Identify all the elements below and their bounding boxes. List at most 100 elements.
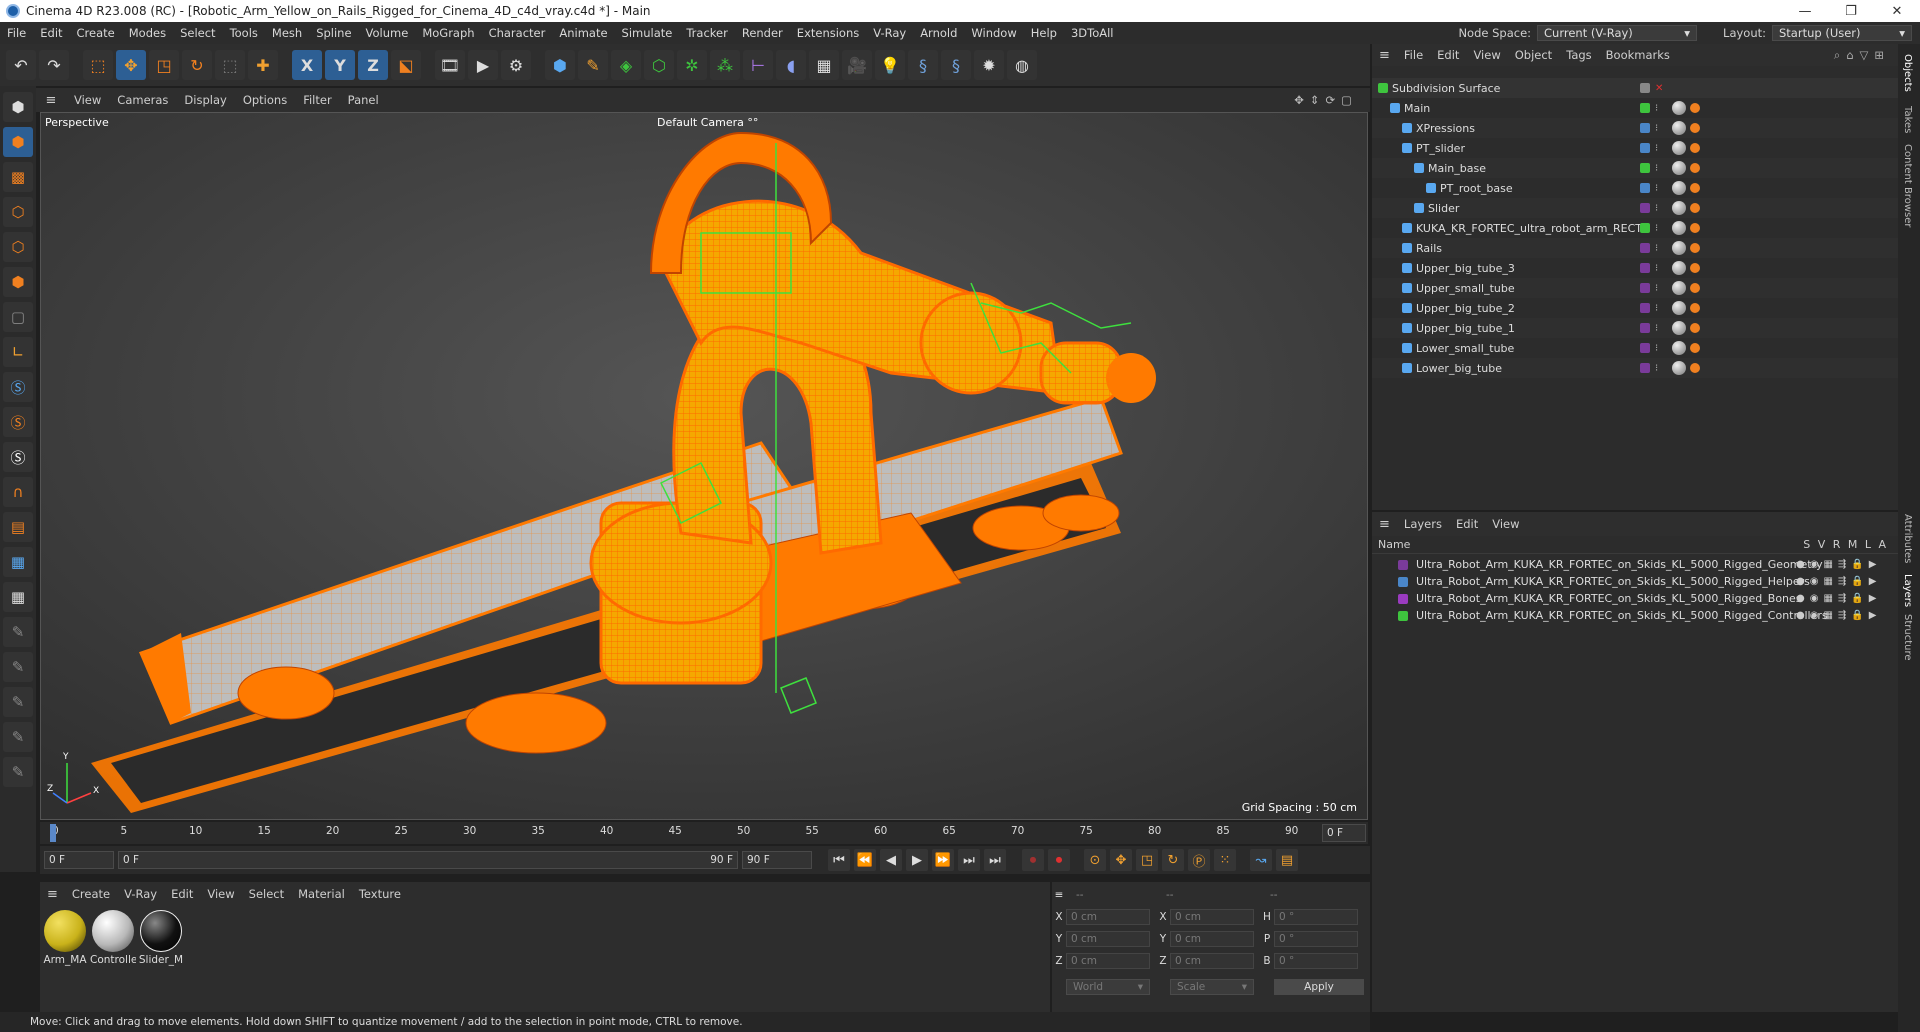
light-button[interactable]: 💡 — [875, 50, 905, 80]
motion-path-button[interactable]: ↝ — [1250, 849, 1272, 871]
xpresso-tag-icon[interactable] — [1690, 143, 1700, 153]
tab-layers[interactable]: Layers — [1902, 574, 1913, 607]
tab-structure[interactable]: Structure — [1902, 614, 1913, 661]
layer-row[interactable]: Ultra_Robot_Arm_KUKA_KR_FORTEC_on_Skids_… — [1372, 556, 1898, 573]
cube-button[interactable]: ⬢ — [545, 50, 575, 80]
object-row[interactable]: Upper_big_tube_2 ⁝ — [1372, 298, 1898, 318]
object-row[interactable]: Main ⁝ — [1372, 98, 1898, 118]
material-tag-icon[interactable] — [1672, 201, 1686, 215]
next-frame-button[interactable]: ⏩ — [932, 849, 954, 871]
paint-button[interactable]: ✎ — [3, 652, 33, 682]
python-button[interactable]: § — [908, 50, 938, 80]
material-swatch-controller[interactable]: Controlle — [90, 910, 136, 966]
visibility-dots-icon[interactable]: ⁝ — [1655, 123, 1658, 134]
visibility-dots-icon[interactable]: ⁝ — [1655, 203, 1658, 214]
object-row[interactable]: Upper_big_tube_1 ⁝ — [1372, 318, 1898, 338]
visibility-dots-icon[interactable]: ⁝ — [1655, 303, 1658, 314]
xpresso-tag-icon[interactable] — [1690, 123, 1700, 133]
material-tag-icon[interactable] — [1672, 161, 1686, 175]
menu-tools[interactable]: Tools — [223, 26, 265, 40]
menu-help[interactable]: Help — [1024, 26, 1064, 40]
layer-swatch[interactable] — [1640, 363, 1650, 373]
tab-objects[interactable]: Objects — [1902, 54, 1913, 92]
xpresso-tag-icon[interactable] — [1690, 363, 1700, 373]
grid-button[interactable]: ▤ — [3, 512, 33, 542]
polygon-mode-button[interactable]: ⬢ — [3, 267, 33, 297]
menu-simulate[interactable]: Simulate — [615, 26, 680, 40]
size-x-field[interactable]: 0 cm — [1170, 909, 1254, 925]
play-button[interactable]: ▶ — [906, 849, 928, 871]
layer-swatch[interactable] — [1640, 123, 1650, 133]
visibility-dots-icon[interactable]: ⁝ — [1655, 323, 1658, 334]
layer-swatch[interactable] — [1640, 83, 1650, 93]
key-param-button[interactable]: Ⓟ — [1188, 849, 1210, 871]
visibility-dots-icon[interactable]: ⁝ — [1655, 263, 1658, 274]
hair-button[interactable]: ✎ — [3, 757, 33, 787]
sculpt-button[interactable]: ✎ — [3, 617, 33, 647]
tab-content-browser[interactable]: Content Browser — [1902, 144, 1913, 227]
key-pla-button[interactable]: ⁙ — [1214, 849, 1236, 871]
coord-mode-dropdown[interactable]: World ▾ — [1066, 979, 1150, 995]
end-frame-field[interactable]: 90 F — [742, 851, 812, 869]
viewport-menu-cameras[interactable]: Cameras — [109, 93, 176, 107]
material-tag-icon[interactable] — [1672, 101, 1686, 115]
snap-button[interactable]: Ⓢ — [3, 372, 33, 402]
close-button[interactable]: ✕ — [1874, 4, 1920, 19]
axis-mode-button[interactable]: ∟ — [3, 337, 33, 367]
layer-swatch[interactable] — [1640, 343, 1650, 353]
menu-file[interactable]: File — [0, 26, 33, 40]
subdivision-button[interactable]: ◈ — [611, 50, 641, 80]
material-menu-material[interactable]: Material — [291, 887, 352, 901]
key-scale-button[interactable]: ◳ — [1136, 849, 1158, 871]
material-tag-icon[interactable] — [1672, 221, 1686, 235]
goto-end-button[interactable]: ⏭ — [984, 849, 1006, 871]
layout-dropdown[interactable]: Startup (User) ▾ — [1772, 25, 1912, 41]
position-x-field[interactable]: 0 cm — [1066, 909, 1150, 925]
texture-mode-button[interactable]: ▩ — [3, 162, 33, 192]
layer-swatch[interactable] — [1640, 323, 1650, 333]
visibility-dots-icon[interactable]: ⁝ — [1655, 183, 1658, 194]
scale-tool-button[interactable]: ◳ — [149, 50, 179, 80]
prev-frame-button[interactable]: ◀ — [880, 849, 902, 871]
sphere-grid-button[interactable]: ◍ — [1007, 50, 1037, 80]
xpresso-tag-icon[interactable] — [1690, 323, 1700, 333]
autokey-button[interactable]: ⏺ — [1048, 849, 1070, 871]
position-y-field[interactable]: 0 cm — [1066, 931, 1150, 947]
menu-mograph[interactable]: MoGraph — [415, 26, 481, 40]
material-tag-icon[interactable] — [1672, 141, 1686, 155]
menu-edit[interactable]: Edit — [33, 26, 69, 40]
visibility-dots-icon[interactable]: ⁝ — [1655, 283, 1658, 294]
object-row[interactable]: XPressions ⁝ — [1372, 118, 1898, 138]
position-z-field[interactable]: 0 cm — [1066, 953, 1150, 969]
hamburger-icon[interactable]: ≡ — [1052, 889, 1066, 901]
render-region-button[interactable]: 🎞 — [435, 50, 465, 80]
menu-select[interactable]: Select — [173, 26, 222, 40]
xpresso-tag-icon[interactable] — [1690, 243, 1700, 253]
layer-flag-icons[interactable]: ●◉▦⇶🔒▶ — [1796, 559, 1881, 570]
object-mode-button[interactable]: ⬢ — [3, 127, 33, 157]
material-swatch-slider[interactable]: Slider_M — [138, 910, 184, 966]
viewport-menu-options[interactable]: Options — [235, 93, 295, 107]
workplane-button[interactable]: Ⓢ — [3, 442, 33, 472]
key-rotation-button[interactable]: ↻ — [1162, 849, 1184, 871]
viewport-menu-display[interactable]: Display — [176, 93, 234, 107]
object-row[interactable]: PT_slider ⁝ — [1372, 138, 1898, 158]
frame-range-slider[interactable]: 0 F 90 F — [118, 851, 738, 869]
apply-button[interactable]: Apply — [1274, 979, 1364, 995]
layer-lock-button[interactable]: ▦ — [3, 582, 33, 612]
x-axis-button[interactable]: X — [292, 50, 322, 80]
hamburger-icon[interactable]: ≡ — [36, 93, 66, 108]
menu-spline[interactable]: Spline — [309, 26, 358, 40]
layer-swatch[interactable] — [1640, 223, 1650, 233]
visibility-dots-icon[interactable]: ⁝ — [1655, 343, 1658, 354]
point-mode-button[interactable]: ⬡ — [3, 197, 33, 227]
material-menu-select[interactable]: Select — [242, 887, 291, 901]
layer-swatch[interactable] — [1640, 303, 1650, 313]
start-frame-field[interactable]: 0 F — [44, 851, 114, 869]
next-key-button[interactable]: ⏭ — [958, 849, 980, 871]
object-menu-object[interactable]: Object — [1508, 48, 1559, 62]
material-tag-icon[interactable] — [1672, 241, 1686, 255]
object-row[interactable]: Lower_big_tube ⁝ — [1372, 358, 1898, 378]
magnet-button[interactable]: ∩ — [3, 477, 33, 507]
object-row[interactable]: PT_root_base ⁝ — [1372, 178, 1898, 198]
